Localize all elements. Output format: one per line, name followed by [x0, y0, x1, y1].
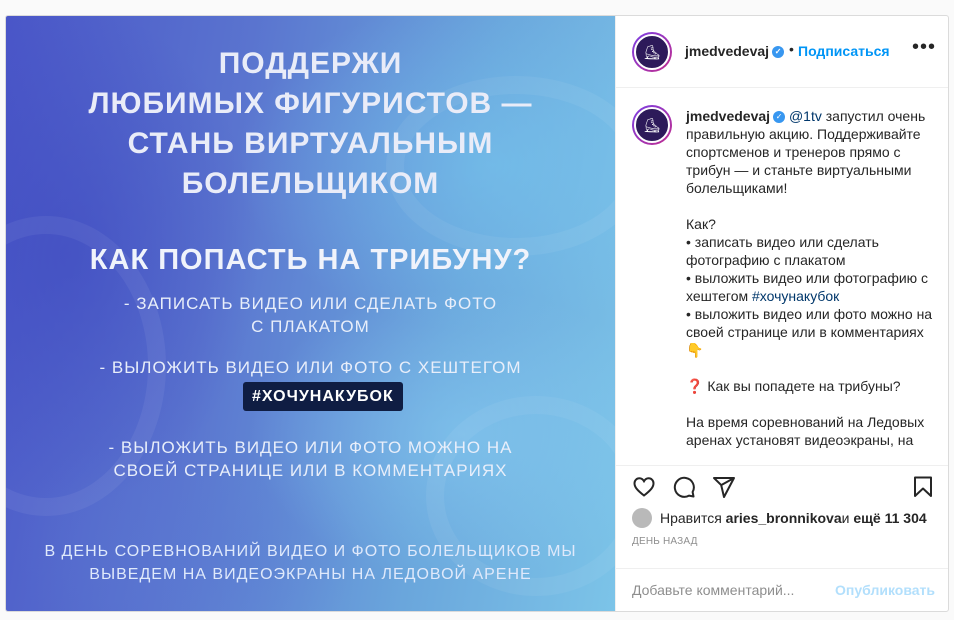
image-bullet-2: - ВЫЛОЖИТЬ ВИДЕО ИЛИ ФОТО С ХЕШТЕГОМ	[99, 358, 522, 377]
more-options-icon[interactable]: •••	[912, 36, 936, 59]
verified-badge-icon: ✓	[773, 111, 786, 124]
likes-count[interactable]: ещё 11 304	[853, 510, 926, 526]
action-bar	[616, 467, 948, 507]
caption-question: ❓ Как вы попадете на трибуны?	[686, 378, 901, 394]
mention-link[interactable]: @1tv	[789, 108, 822, 124]
post-sidebar: ⛸ jmedvedevaj ✓ • Подписаться ••• ⛸ jmedv…	[615, 16, 948, 611]
caption-last-paragraph: На время соревнований на Ледовых аренах …	[686, 414, 925, 448]
caption-how: Как?	[686, 216, 716, 232]
caption-text: jmedvedevaj ✓ @1tv запустил очень правиль…	[686, 107, 936, 449]
caption-item-1: • записать видео или сделать фотографию …	[686, 234, 879, 268]
avatar[interactable]: ⛸	[632, 32, 672, 72]
footer-line: ВЫВЕДЕМ НА ВИДЕОЭКРАНЫ НА ЛЕДОВОЙ АРЕНЕ	[89, 566, 532, 583]
image-subtitle: КАК ПОПАСТЬ НА ТРИБУНУ?	[89, 244, 532, 276]
headline-line: ПОДДЕРЖИ	[218, 47, 403, 80]
hashtag-link[interactable]: #хочунакубок	[752, 288, 839, 304]
publish-button[interactable]: Опубликовать	[835, 582, 935, 598]
headline-line: ЛЮБИМЫХ ФИГУРИСТОВ —	[88, 87, 533, 120]
bullet-line: - ВЫЛОЖИТЬ ВИДЕО ИЛИ ФОТО МОЖНО НА	[108, 438, 513, 457]
image-headline: ПОДДЕРЖИ ЛЮБИМЫХ ФИГУРИСТОВ — СТАНЬ ВИРТ…	[6, 44, 615, 204]
bookmark-icon[interactable]	[911, 475, 935, 499]
bullet-line: - ЗАПИСАТЬ ВИДЕО ИЛИ СДЕЛАТЬ ФОТО	[123, 294, 498, 313]
comment-icon[interactable]	[672, 475, 696, 499]
bullet-line: СВОЕЙ СТРАНИЦЕ ИЛИ В КОММЕНТАРИЯХ	[113, 461, 508, 480]
comment-bar: Опубликовать	[616, 568, 948, 611]
verified-badge-icon: ✓	[772, 46, 785, 59]
image-bullet-1: - ЗАПИСАТЬ ВИДЕО ИЛИ СДЕЛАТЬ ФОТО С ПЛАК…	[6, 292, 615, 338]
likes-conjunction: и	[841, 510, 850, 526]
post-timestamp[interactable]: ДЕНЬ НАЗАД	[632, 536, 698, 547]
comment-input[interactable]	[632, 582, 832, 598]
avatar-image: ⛸	[634, 107, 670, 143]
avatar-image: ⛸	[634, 34, 670, 70]
avatar[interactable]: ⛸	[632, 105, 672, 145]
follow-button[interactable]: Подписаться	[798, 43, 890, 59]
likes-prefix: Нравится	[660, 510, 722, 526]
likes-summary: Нравится aries_bronnikova и ещё 11 304	[632, 507, 927, 529]
headline-line: СТАНЬ ВИРТУАЛЬНЫМ	[127, 127, 494, 160]
share-icon[interactable]	[712, 475, 736, 499]
image-footer: В ДЕНЬ СОРЕВНОВАНИЙ ВИДЕО И ФОТО БОЛЕЛЬЩ…	[6, 540, 615, 586]
post-header: ⛸ jmedvedevaj ✓ • Подписаться •••	[616, 16, 948, 88]
header-username[interactable]: jmedvedevaj ✓	[685, 43, 785, 59]
post-image[interactable]: ПОДДЕРЖИ ЛЮБИМЫХ ФИГУРИСТОВ — СТАНЬ ВИРТ…	[6, 16, 615, 611]
separator-dot: •	[789, 41, 794, 57]
image-hashtag-badge: #ХОЧУНАКУБОК	[243, 382, 403, 411]
instagram-post: ПОДДЕРЖИ ЛЮБИМЫХ ФИГУРИСТОВ — СТАНЬ ВИРТ…	[5, 15, 949, 612]
caption-area: ⛸ jmedvedevaj ✓ @1tv запустил очень прави…	[616, 89, 948, 466]
footer-line: В ДЕНЬ СОРЕВНОВАНИЙ ВИДЕО И ФОТО БОЛЕЛЬЩ…	[44, 543, 577, 560]
image-bullet-3: - ВЫЛОЖИТЬ ВИДЕО ИЛИ ФОТО МОЖНО НА СВОЕЙ…	[6, 436, 615, 482]
caption-username[interactable]: jmedvedevaj	[686, 108, 770, 124]
bullet-line: С ПЛАКАТОМ	[251, 317, 370, 336]
liker-username[interactable]: aries_bronnikova	[726, 510, 842, 526]
headline-line: БОЛЕЛЬЩИКОМ	[181, 167, 440, 200]
caption-item-3: • выложить видео или фото можно на своей…	[686, 306, 933, 358]
username-text[interactable]: jmedvedevaj	[685, 43, 769, 59]
heart-icon[interactable]	[632, 475, 656, 499]
liker-avatar[interactable]	[632, 508, 652, 528]
